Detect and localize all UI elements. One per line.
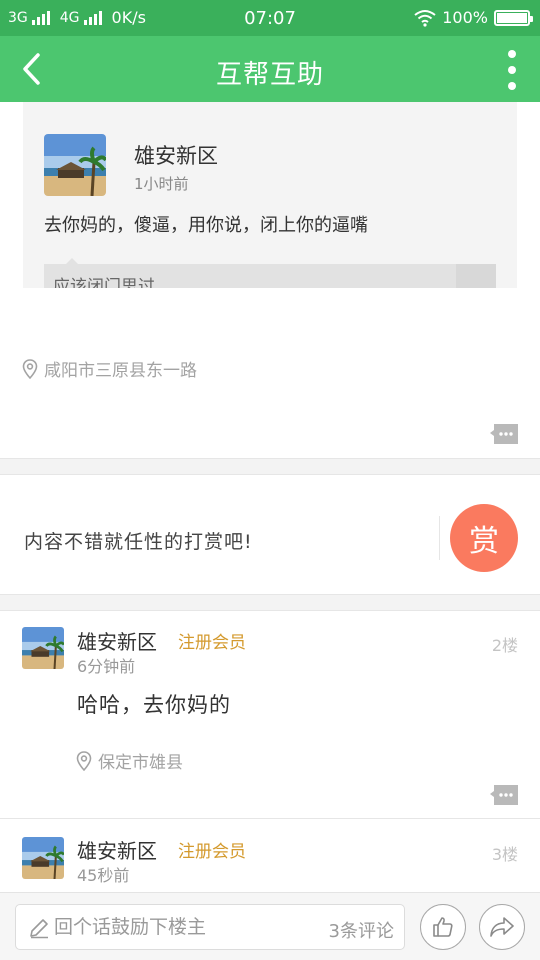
status-bar: 3G 4G 0K/s 07:07 100% (0, 0, 540, 36)
reward-button[interactable]: 赏 (450, 504, 518, 572)
member-badge: 注册会员 (178, 842, 246, 862)
app-screen: 3G 4G 0K/s 07:07 100% 互帮互助 雄安新区 1小时前 去你妈… (0, 0, 540, 960)
location-text: 咸阳市三原县东一路 (44, 361, 197, 381)
share-button[interactable] (479, 904, 525, 950)
battery-icon (494, 9, 533, 26)
comment-text: 哈哈，去你妈的 (77, 693, 231, 717)
comment-input[interactable] (54, 913, 314, 941)
comment-input-box[interactable]: 3条评论 (15, 904, 405, 950)
post-body-text: 去你妈的，傻逼，用你说，闭上你的逼嘴 (44, 215, 368, 236)
more-menu-icon[interactable] (506, 50, 518, 90)
battery-percent: 100% (442, 8, 488, 27)
floor-number: 2楼 (491, 636, 518, 655)
section-gap (0, 595, 540, 610)
thumbs-up-icon (433, 917, 453, 937)
avatar[interactable] (22, 627, 64, 669)
comment-time: 6分钟前 (77, 657, 136, 676)
page-title: 互帮互助 (215, 60, 324, 90)
avatar[interactable] (44, 134, 106, 196)
beach-avatar-icon (22, 627, 64, 669)
beach-avatar-icon (44, 134, 106, 196)
divider (0, 474, 540, 475)
share-arrow-icon (490, 917, 514, 937)
quoted-post-card[interactable]: 雄安新区 1小时前 去你妈的，傻逼，用你说，闭上你的逼嘴 应该闭门思过 (23, 102, 517, 288)
status-right: 100% (414, 8, 533, 27)
divider (0, 610, 540, 611)
pencil-icon (30, 919, 48, 939)
member-badge: 注册会员 (178, 633, 246, 653)
post-time: 1小时前 (134, 175, 189, 193)
wifi-icon (414, 9, 436, 27)
comment-time: 45秒前 (77, 866, 130, 885)
reward-separator (439, 516, 440, 560)
floor-number: 3楼 (491, 845, 518, 864)
reply-preview-text: 应该闭门思过 (53, 277, 155, 288)
comment-bubble-icon[interactable] (490, 424, 518, 444)
reply-preview-box[interactable]: 应该闭门思过 (44, 258, 496, 288)
post-location: 咸阳市三原县东一路 (22, 356, 197, 381)
avatar[interactable] (22, 837, 64, 879)
location-pin-icon (22, 358, 38, 379)
location-text: 保定市雄县 (98, 753, 183, 773)
comment-location: 保定市雄县 (76, 748, 183, 773)
reward-prompt: 内容不错就任性的打赏吧! (24, 531, 253, 553)
location-pin-icon (76, 750, 92, 771)
like-button[interactable] (420, 904, 466, 950)
comment-bubble-icon[interactable] (490, 785, 518, 805)
beach-avatar-icon (22, 837, 64, 879)
bottom-action-bar: 3条评论 (0, 892, 540, 960)
comment-author[interactable]: 雄安新区 (77, 626, 157, 655)
comment-count[interactable]: 3条评论 (329, 917, 394, 943)
divider (0, 818, 540, 819)
comment-author[interactable]: 雄安新区 (77, 835, 157, 864)
author-name[interactable]: 雄安新区 (134, 140, 218, 170)
app-bar: 互帮互助 (0, 36, 540, 102)
section-gap (0, 459, 540, 474)
reply-preview-thumbnail (456, 264, 496, 288)
